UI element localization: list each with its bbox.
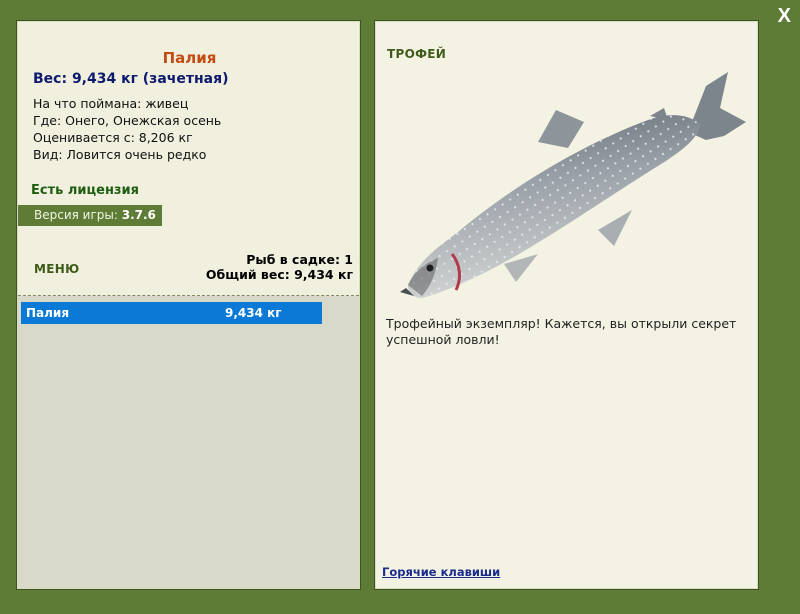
catch-list-item[interactable]: Палия 9,434 кг [21,302,322,324]
fish-value: Оценивается с: 8,206 кг [33,130,193,145]
keepnet-total-weight: Общий вес: 9,434 кг [205,267,353,282]
fish-rarity: Вид: Ловится очень редко [33,147,207,162]
keepnet-stats: Рыб в садке: 1 Общий вес: 9,434 кг [206,252,353,282]
license-status: Есть лицензия [31,183,139,198]
close-button[interactable]: X [778,6,791,26]
fish-info-panel: Палия Вес: 9,434 кг (зачетная) На что по… [16,20,361,590]
catch-list[interactable]: Палия 9,434 кг [18,296,359,588]
version-value: 3.7.6 [121,208,156,222]
keepnet-count: Рыб в садке: 1 [246,252,353,267]
catch-item-name: Палия [26,306,70,320]
fish-weight: Вес: 9,434 кг (зачетная) [33,71,229,87]
catch-item-weight: 9,434 кг [225,306,282,320]
version-label: Версия игры: [34,208,118,222]
fish-location: Где: Онего, Онежская осень [33,113,222,128]
fish-name: Палия [162,49,217,67]
char-fish-image [400,72,746,298]
trophy-message: Трофейный экземпляр! Кажется, вы открыли… [386,316,737,347]
fish-details: На что поймана: живец Где: Онего, Онежск… [33,95,221,163]
trophy-panel: ТРОФЕЙ Трофейный экземпляр! Кажется, вы … [374,20,759,590]
version-bar: Версия игры: 3.7.6 [18,205,162,226]
fish-bait: На что поймана: живец [33,96,189,111]
menu-button[interactable]: МЕНЮ [34,262,79,276]
hotkeys-link[interactable]: Горячие клавиши [382,565,500,579]
